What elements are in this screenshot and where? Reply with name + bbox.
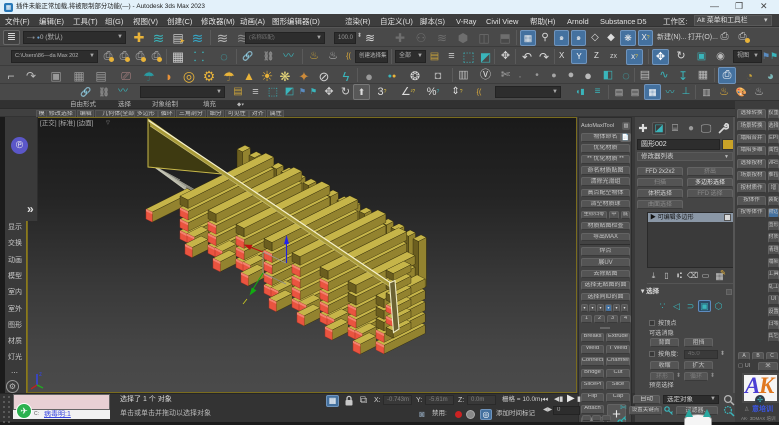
svg-text:z: z (39, 372, 42, 378)
